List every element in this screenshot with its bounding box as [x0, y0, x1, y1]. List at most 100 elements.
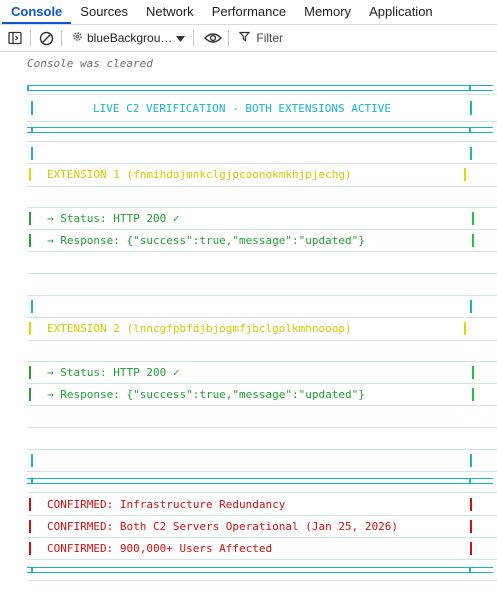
row-divider	[27, 141, 497, 142]
filter-input[interactable]: Filter	[239, 31, 283, 45]
extension-1-response: → Response: {"success":true,"message":"u…	[47, 234, 365, 247]
row-divider	[27, 273, 497, 274]
row-divider	[27, 427, 497, 428]
row-divider	[27, 186, 497, 187]
toolbar-divider	[228, 30, 230, 46]
row-divider	[27, 361, 497, 362]
extension-1-status-row: → Status: HTTP 200 ✓	[0, 211, 497, 227]
extension-2-response: → Response: {"success":true,"message":"u…	[47, 388, 365, 401]
banner-title: LIVE C2 VERIFICATION - BOTH EXTENSIONS A…	[93, 102, 392, 115]
border-left	[29, 168, 31, 181]
border-left	[29, 542, 31, 555]
border-left	[29, 322, 31, 335]
border-right	[470, 300, 472, 313]
row-divider	[27, 121, 497, 122]
confirmed-message: CONFIRMED: Both C2 Servers Operational (…	[47, 520, 398, 533]
border-right	[470, 454, 472, 467]
row-divider	[27, 580, 497, 581]
border-left	[31, 147, 33, 160]
dropdown-caret-icon	[176, 31, 186, 45]
border-right	[472, 234, 474, 247]
extension-1-row: EXTENSION 1 (fnmihdojmnkclgjpcoonokmkhjp…	[0, 167, 497, 183]
filter-placeholder: Filter	[256, 31, 284, 45]
toolbar-divider	[61, 30, 62, 46]
border-left	[29, 366, 31, 379]
border-right	[472, 366, 474, 379]
border-right	[470, 520, 472, 533]
banner-border-top	[27, 85, 493, 91]
dock-sidebar-icon[interactable]	[4, 27, 26, 49]
border-right	[472, 212, 474, 225]
tab-console[interactable]: Console	[2, 4, 72, 24]
row-divider	[27, 295, 497, 296]
row-divider	[27, 449, 497, 450]
banner-corner-left	[27, 85, 29, 90]
toolbar-divider	[193, 30, 195, 46]
summary-border-top	[27, 478, 493, 484]
banner-corner-right	[469, 85, 471, 90]
summary-border-bottom	[27, 567, 493, 573]
row-divider	[27, 492, 497, 493]
confirmed-row: CONFIRMED: Infrastructure Redundancy	[0, 497, 497, 513]
context-selector[interactable]: blueBackgrou…	[72, 31, 186, 45]
border-left	[29, 212, 31, 225]
border-right	[470, 101, 472, 115]
extension-1-label: EXTENSION 1 (fnmihdojmnkclgjpcoonokmkhjp…	[47, 168, 352, 181]
extension-2-response-row: → Response: {"success":true,"message":"u…	[0, 387, 497, 403]
confirmed-message: CONFIRMED: 900,000+ Users Affected	[47, 542, 273, 555]
confirmed-message: CONFIRMED: Infrastructure Redundancy	[47, 498, 286, 511]
row-divider	[27, 207, 497, 208]
context-label: blueBackgrou…	[87, 31, 173, 45]
banner-corner-left	[31, 127, 33, 132]
confirmed-row: CONFIRMED: 900,000+ Users Affected	[0, 541, 497, 557]
toolbar-divider	[30, 30, 31, 46]
summary-corner-right	[469, 567, 471, 572]
border-left	[29, 520, 31, 533]
row-divider	[27, 471, 497, 472]
row-divider	[27, 405, 497, 406]
spacer-row	[0, 146, 497, 162]
clear-console-icon[interactable]	[35, 27, 57, 49]
summary-corner-right	[469, 478, 471, 483]
tab-performance[interactable]: Performance	[203, 4, 295, 24]
row-divider	[27, 94, 497, 95]
summary-corner-left	[31, 567, 33, 572]
border-right	[464, 322, 466, 335]
row-divider	[27, 229, 497, 230]
console-cleared-message: Console was cleared	[27, 57, 153, 70]
tab-network[interactable]: Network	[137, 4, 203, 24]
console-output: Console was cleared	[0, 51, 497, 77]
row-divider	[27, 515, 497, 516]
border-right	[470, 498, 472, 511]
extension-2-status-row: → Status: HTTP 200 ✓	[0, 365, 497, 381]
row-divider	[27, 340, 497, 341]
border-left	[29, 234, 31, 247]
banner-title-row: LIVE C2 VERIFICATION - BOTH EXTENSIONS A…	[0, 100, 497, 118]
border-right	[470, 147, 472, 160]
banner-border-bottom	[27, 127, 493, 133]
row-divider	[27, 163, 497, 164]
extension-2-label: EXTENSION 2 (lnncgfpbfdjbjogmfjbclgolkmh…	[47, 322, 352, 335]
tab-application[interactable]: Application	[360, 4, 442, 24]
border-right	[464, 168, 466, 181]
border-left	[31, 300, 33, 313]
eye-icon[interactable]	[202, 27, 224, 49]
tab-memory[interactable]: Memory	[295, 4, 360, 24]
extension-1-response-row: → Response: {"success":true,"message":"u…	[0, 233, 497, 249]
border-left	[31, 101, 33, 115]
console-toolbar: blueBackgrou… Filter	[0, 25, 497, 52]
devtools-tab-bar: Console Sources Network Performance Memo…	[0, 0, 497, 25]
filter-funnel-icon	[239, 31, 251, 45]
row-divider	[27, 317, 497, 318]
row-divider	[27, 537, 497, 538]
spacer-row	[0, 299, 497, 315]
border-right	[470, 542, 472, 555]
banner-corner-right	[469, 127, 471, 132]
context-gear-icon	[72, 31, 83, 45]
tab-sources[interactable]: Sources	[71, 4, 137, 24]
row-divider	[27, 251, 497, 252]
summary-corner-left	[31, 478, 33, 483]
extension-2-row: EXTENSION 2 (lnncgfpbfdjbjogmfjbclgolkmh…	[0, 321, 497, 337]
spacer-row	[0, 453, 497, 469]
row-divider	[27, 559, 497, 560]
